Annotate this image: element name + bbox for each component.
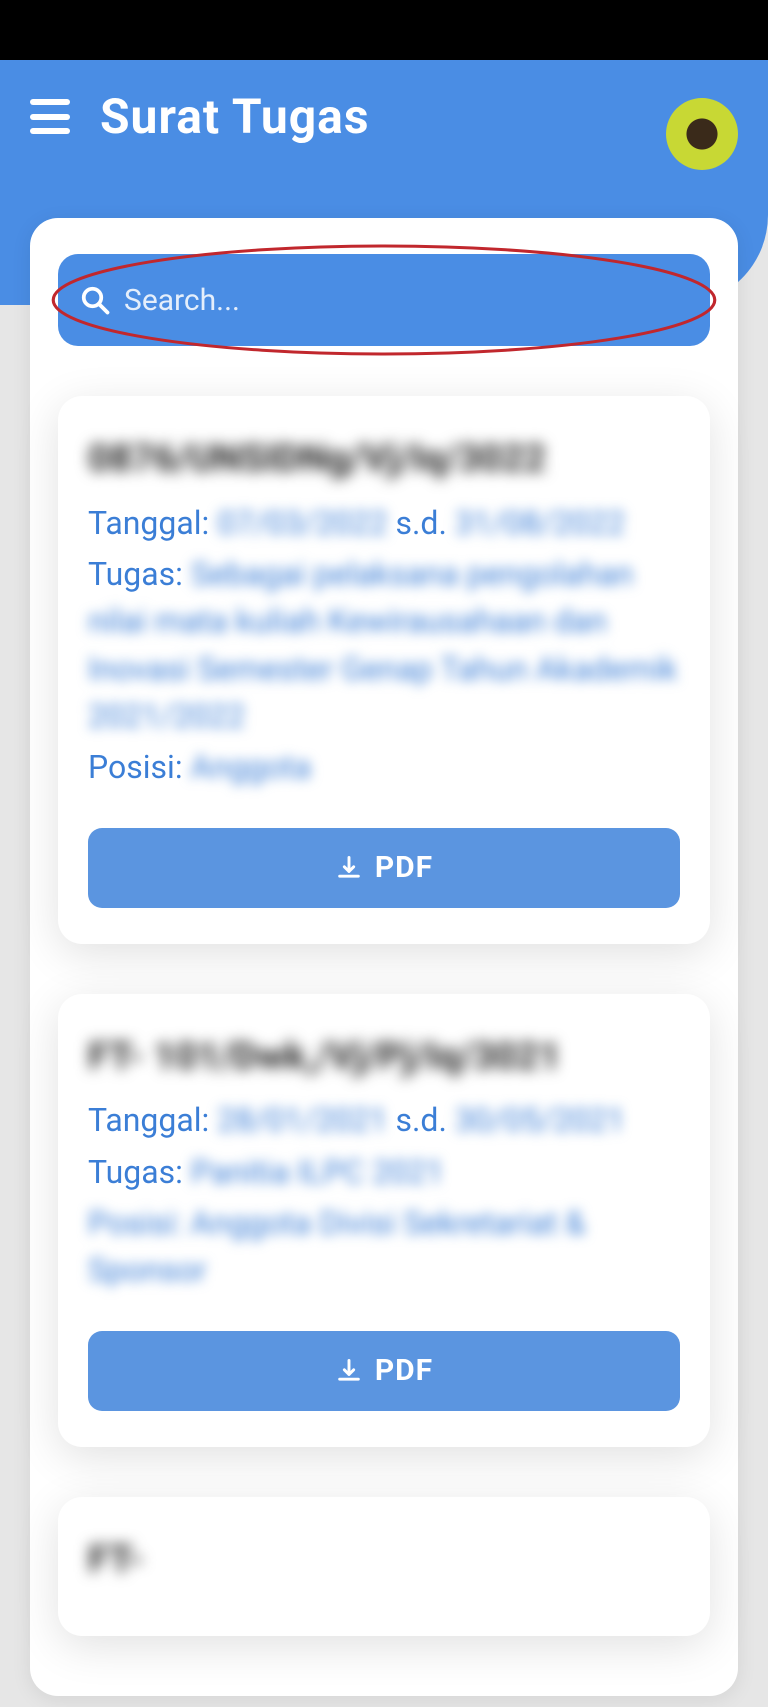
task-number: 0876/UNSIDNg/Vj/Iq/3022	[88, 436, 680, 484]
task-card: 0876/UNSIDNg/Vj/Iq/3022 Tanggal: 07/03/2…	[58, 396, 710, 944]
pdf-button[interactable]: PDF	[88, 828, 680, 908]
task-date-line: Tanggal: 28/01/2021 s.d. 30/05/2021	[88, 1097, 680, 1144]
pdf-label: PDF	[375, 1353, 433, 1388]
avatar[interactable]	[666, 98, 738, 170]
task-posisi-line: Posisi: Anggota Divisi Sekretariat & Spo…	[88, 1200, 680, 1295]
download-icon	[335, 854, 363, 882]
task-card: FT-	[58, 1497, 710, 1637]
main-content-card: 0876/UNSIDNg/Vj/Iq/3022 Tanggal: 07/03/2…	[30, 218, 738, 1696]
search-wrapper	[58, 254, 710, 346]
download-icon	[335, 1357, 363, 1385]
pdf-label: PDF	[375, 850, 433, 885]
status-bar	[0, 0, 768, 60]
task-desc-line: Tugas: Panitia ILPC 2021	[88, 1149, 680, 1196]
menu-icon[interactable]	[30, 99, 70, 134]
task-date-line: Tanggal: 07/03/2022 s.d. 31/08/2022	[88, 500, 680, 547]
page-title: Surat Tugas	[100, 88, 369, 145]
task-desc-line: Tugas: Sebagai pelaksana pengolahan nila…	[88, 551, 680, 740]
pdf-button[interactable]: PDF	[88, 1331, 680, 1411]
search-input[interactable]	[58, 254, 710, 346]
task-number: FT-	[88, 1537, 680, 1585]
task-posisi-line: Posisi: Anggota	[88, 744, 680, 791]
task-card: FT- 101/Dwk,/Vj/Pj/Iq/3021 Tanggal: 28/0…	[58, 994, 710, 1447]
task-number: FT- 101/Dwk,/Vj/Pj/Iq/3021	[88, 1034, 680, 1082]
